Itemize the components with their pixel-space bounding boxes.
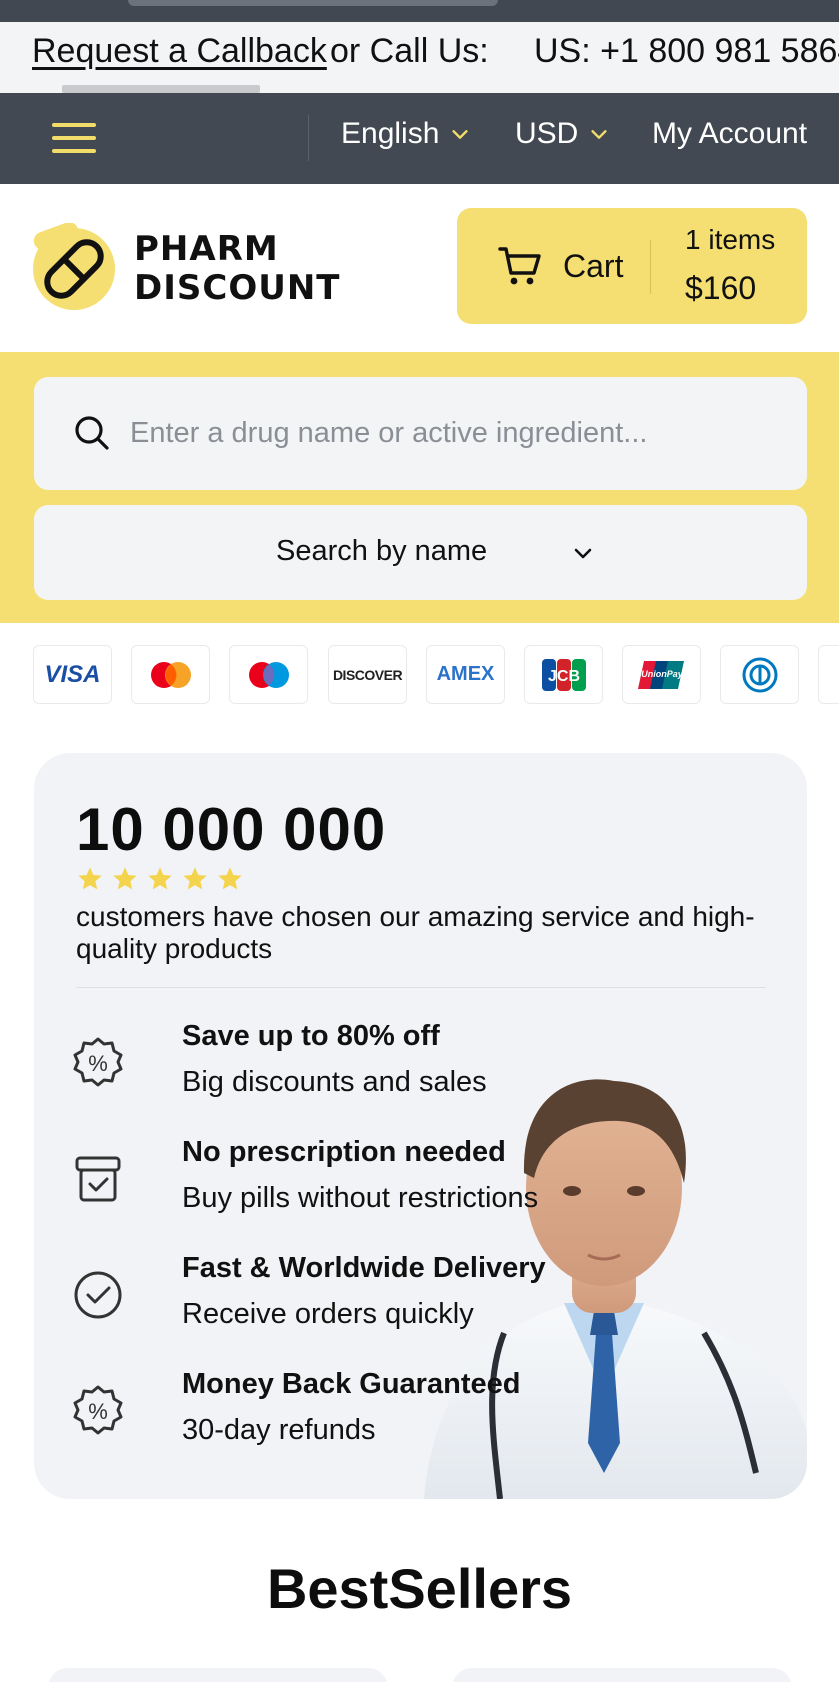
maestro-logo (229, 645, 308, 704)
svg-text:JCB: JCB (547, 668, 579, 685)
divider (76, 987, 766, 988)
feature-delivery: Fast & Worldwide Delivery Receive orders… (72, 1250, 546, 1340)
product-card[interactable] (452, 1668, 792, 1682)
payment-logo-partial (818, 645, 839, 704)
percent-badge-icon: % (73, 1037, 123, 1087)
discover-logo: DISCOVER (328, 645, 407, 704)
scroll-indicator (62, 85, 260, 93)
search-icon[interactable] (74, 415, 110, 451)
svg-text:%: % (88, 1051, 108, 1076)
cart-total: $160 (685, 270, 757, 306)
diners-club-logo (720, 645, 799, 704)
percent-badge-icon: % (73, 1385, 123, 1435)
search-mode-label: Search by name (276, 535, 488, 567)
svg-text:%: % (88, 1399, 108, 1424)
mastercard-logo (131, 645, 210, 704)
call-us-label: or Call Us: (330, 32, 489, 70)
promo-panel: 10 000 000 customers have chosen our ama… (34, 753, 807, 1499)
feature-subtitle: 30-day refunds (182, 1414, 376, 1446)
feature-title: Save up to 80% off (182, 1020, 440, 1052)
star-icon (148, 867, 172, 890)
payment-methods: VISA DISCOVER AMEX JCB UnionPay (0, 645, 839, 705)
feature-title: No prescription needed (182, 1136, 506, 1168)
callback-bar: Request a Callback or Call Us: US: +1 80… (0, 22, 839, 93)
bestsellers-heading: BestSellers (266, 1557, 573, 1620)
pill-logo-icon (33, 223, 115, 310)
logo-text: PHARM DISCOUNT (134, 230, 340, 308)
search-box (34, 377, 807, 490)
chevron-down-icon (452, 130, 469, 139)
main-nav: English USD My Account (0, 93, 839, 184)
svg-text:UnionPay: UnionPay (641, 669, 684, 679)
phone-number[interactable]: US: +1 800 981 5864 (534, 32, 839, 71)
status-strip (0, 0, 839, 22)
feature-subtitle: Buy pills without restrictions (182, 1182, 539, 1214)
chevron-down-icon (574, 548, 592, 559)
product-cards-peek (0, 1664, 839, 1682)
my-account-label: My Account (652, 117, 808, 150)
logo-line-1: PHARM (134, 229, 279, 269)
unionpay-logo: UnionPay (622, 645, 701, 704)
visa-logo: VISA (33, 645, 112, 704)
feature-no-prescription: No prescription needed Buy pills without… (72, 1134, 538, 1224)
status-pill (128, 0, 498, 6)
product-card[interactable] (48, 1668, 388, 1682)
nav-divider (308, 115, 309, 161)
cart-item-count: 1 items (685, 224, 776, 255)
customer-count: 10 000 000 (76, 796, 387, 863)
amex-logo: AMEX (426, 645, 505, 704)
jcb-logo: JCB (524, 645, 603, 704)
check-circle-icon (74, 1271, 122, 1319)
star-icon (78, 867, 102, 890)
feature-save: % Save up to 80% off Big discounts and s… (72, 1018, 532, 1108)
search-input[interactable] (130, 397, 780, 469)
cart-divider (650, 240, 651, 294)
logo-line-2: DISCOUNT (134, 268, 341, 308)
search-mode-select[interactable]: Search by name (34, 505, 807, 600)
feature-title: Money Back Guaranteed (182, 1368, 521, 1400)
language-label: English (341, 117, 440, 150)
my-account-link[interactable]: My Account (652, 117, 807, 151)
rating-stars (76, 865, 244, 893)
request-callback-link[interactable]: Request a Callback (32, 32, 327, 71)
archive-check-icon (75, 1156, 121, 1202)
currency-selector[interactable]: USD (515, 117, 610, 151)
star-icon (183, 867, 207, 890)
currency-label: USD (515, 117, 579, 150)
star-icon (113, 867, 137, 890)
feature-money-back: % Money Back Guaranteed 30-day refunds (72, 1366, 532, 1456)
cart-button[interactable]: Cart 1 items $160 (457, 208, 807, 324)
cart-label: Cart (563, 248, 624, 284)
menu-icon[interactable] (52, 121, 98, 155)
star-icon (218, 867, 242, 890)
chevron-down-icon (591, 130, 607, 139)
feature-subtitle: Big discounts and sales (182, 1066, 487, 1098)
cart-icon (498, 247, 541, 285)
site-header: PHARM DISCOUNT Cart 1 items $160 (0, 184, 839, 352)
search-section: Search by name (0, 352, 839, 623)
feature-subtitle: Receive orders quickly (182, 1298, 474, 1330)
promo-description: customers have chosen our amazing servic… (76, 901, 755, 964)
language-selector[interactable]: English (341, 117, 471, 151)
logo[interactable]: PHARM DISCOUNT (32, 219, 372, 319)
feature-title: Fast & Worldwide Delivery (182, 1252, 546, 1284)
